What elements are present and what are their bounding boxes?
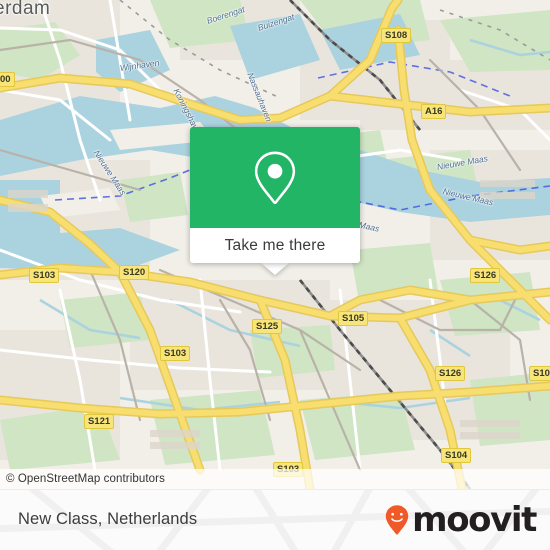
- take-me-there-button[interactable]: Take me there: [190, 228, 360, 263]
- map-pin-icon: [244, 147, 306, 209]
- road-shield: S120: [119, 265, 150, 280]
- road-shield: 00: [0, 72, 15, 87]
- osm-attribution-text: © OpenStreetMap contributors: [6, 473, 165, 485]
- moovit-place-card-screenshot: erdam WijnhavenBoerengatBuizengatKonings…: [0, 0, 550, 550]
- place-name-label: New Class, Netherlands: [18, 510, 198, 528]
- map-canvas[interactable]: erdam WijnhavenBoerengatBuizengatKonings…: [0, 0, 550, 489]
- road-shield: S103: [160, 346, 191, 361]
- place-card[interactable]: Take me there: [190, 127, 360, 263]
- road-shield: S126: [435, 366, 466, 381]
- road-shield: S104: [441, 448, 472, 463]
- map-city-label: erdam: [0, 0, 51, 19]
- moovit-wordmark: moovit: [412, 499, 537, 540]
- moovit-logo[interactable]: moovit: [384, 499, 537, 540]
- road-shield: S105: [338, 311, 369, 326]
- card-pointer-arrow: [261, 263, 289, 275]
- osm-attribution[interactable]: © OpenStreetMap contributors: [0, 469, 550, 489]
- road-shield: S10: [529, 366, 550, 381]
- card-icon-area: [190, 127, 360, 228]
- moovit-smiley-pin-icon: [384, 504, 410, 536]
- road-shield: S126: [470, 268, 501, 283]
- road-shield: S125: [252, 319, 283, 334]
- road-shield: S108: [381, 28, 412, 43]
- footer-bar: New Class, Netherlands moovit: [0, 489, 550, 550]
- road-shield: S121: [84, 414, 115, 429]
- road-shield: A16: [421, 104, 447, 119]
- road-shield: S103: [29, 268, 60, 283]
- take-me-there-label: Take me there: [224, 236, 326, 254]
